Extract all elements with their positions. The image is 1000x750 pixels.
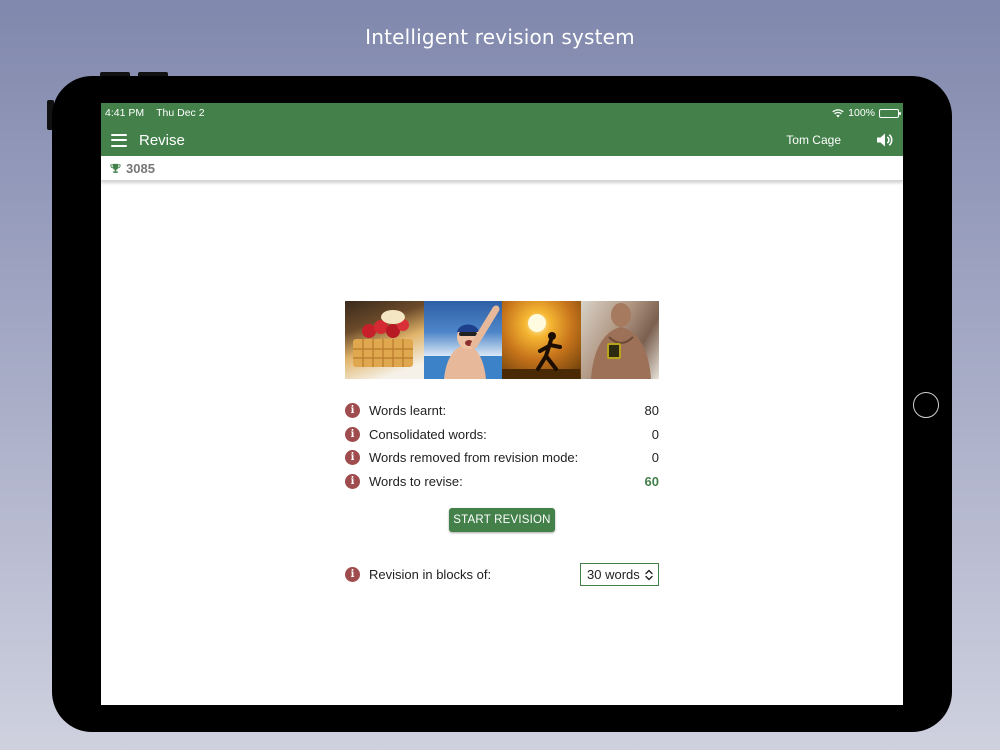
info-icon[interactable]: i [345, 450, 360, 466]
speaker-icon[interactable] [875, 131, 893, 149]
battery-icon [879, 108, 901, 118]
revision-blocks-value: 30 words [587, 567, 640, 582]
revision-blocks-select[interactable]: 30 words [580, 563, 659, 586]
score-value: 3085 [126, 160, 155, 176]
revision-blocks-label: Revision in blocks of: [369, 567, 492, 582]
info-icon[interactable]: i [345, 567, 360, 582]
swimmer-image [423, 301, 502, 379]
info-icon[interactable]: i [345, 403, 360, 419]
menu-icon[interactable] [111, 133, 127, 147]
revision-blocks-row: i Revision in blocks of: 30 words [345, 563, 659, 586]
chevron-updown-icon [645, 569, 653, 580]
stat-value: 80 [644, 403, 659, 419]
info-icon[interactable]: i [345, 426, 360, 442]
runner-sunset-image [502, 301, 581, 379]
toolbar: Revise Tom Cage [101, 125, 903, 155]
battery-percentage: 100% [848, 107, 875, 119]
stat-label: Words removed from revision mode: [369, 450, 579, 466]
user-name[interactable]: Tom Cage [786, 133, 841, 147]
stat-row-words-removed: i Words removed from revision mode: 0 [345, 446, 659, 470]
stat-label: Words learnt: [369, 403, 447, 419]
home-button[interactable] [913, 392, 939, 418]
status-bar: 4:41 PM Thu Dec 2 100% [105, 106, 901, 120]
app-screen: 4:41 PM Thu Dec 2 100% Revise Tom Cage 3… [101, 103, 903, 705]
stat-value: 60 [644, 473, 659, 489]
stat-row-words-learnt: i Words learnt: 80 [345, 399, 659, 423]
trophy-icon [110, 163, 121, 173]
info-icon[interactable]: i [345, 473, 360, 489]
app-bar: 4:41 PM Thu Dec 2 100% Revise Tom Cage [101, 103, 903, 156]
promo-headline: Intelligent revision system [365, 25, 635, 49]
status-time: 4:41 PM [105, 107, 145, 119]
waffle-image [345, 301, 424, 379]
stat-row-consolidated-words: i Consolidated words: 0 [345, 423, 659, 447]
stat-label: Consolidated words: [369, 426, 487, 442]
stat-value: 0 [651, 450, 659, 466]
muscle-image [580, 301, 659, 379]
stat-value: 0 [651, 426, 659, 442]
word-images-strip [345, 301, 659, 379]
stat-row-words-to-revise: i Words to revise: 60 [345, 470, 659, 494]
stats-list: i Words learnt: 80 i Consolidated words:… [345, 399, 659, 493]
start-revision-button[interactable]: START REVISION [449, 508, 555, 532]
wifi-icon [832, 109, 844, 118]
score-bar: 3085 [101, 156, 903, 181]
status-date: Thu Dec 2 [156, 107, 205, 119]
stat-label: Words to revise: [369, 473, 463, 489]
page-title: Revise [139, 131, 185, 149]
